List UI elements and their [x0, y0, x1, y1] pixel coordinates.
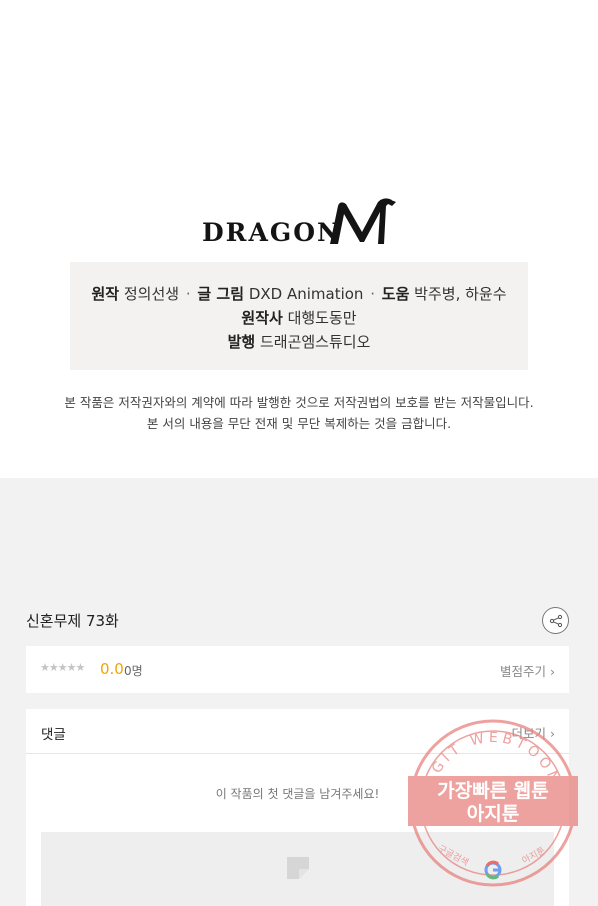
publisher-label: 원작사: [241, 309, 283, 327]
rating-count: 0명: [124, 664, 143, 678]
issuer-value: 드래곤엠스튜디오: [259, 333, 371, 351]
credits-box: 원작 정의선생 · 글 그림 DXD Animation · 도움 박주병, 하…: [70, 262, 528, 370]
copyright-line-2: 본 서의 내용을 무단 전재 및 무단 복제하는 것을 금합니다.: [146, 416, 452, 431]
stamp-line-2: 아지툰: [467, 803, 519, 825]
logo-text: DRAGON: [202, 218, 342, 247]
copyright-notice: 본 작품은 저작권자와의 계약에 따라 발행한 것으로 저작권법의 보호를 받는…: [0, 392, 598, 434]
issuer-label: 발행: [227, 333, 256, 351]
rating-bar: ★★★★★ 0.0 0명 별점주기 ›: [26, 646, 569, 693]
separator-dot: ·: [185, 285, 191, 303]
rating-score: 0.0: [100, 660, 124, 678]
rate-button[interactable]: 별점주기 ›: [500, 661, 555, 680]
work-info-section: DRAGON 원작 정의선생 · 글 그림 DXD Animation · 도움…: [0, 0, 598, 478]
separator-dot: ·: [370, 285, 375, 303]
credits-line-1: 원작 정의선생 · 글 그림 DXD Animation · 도움 박주병, 하…: [70, 282, 528, 306]
share-button[interactable]: [542, 607, 569, 634]
original-label: 원작: [91, 285, 120, 303]
publisher-logo: DRAGON: [200, 196, 400, 248]
copyright-line-1: 본 작품은 저작권자와의 계약에 따라 발행한 것으로 저작권법의 보호를 받는…: [64, 395, 534, 410]
comment-placeholder-icon: [287, 857, 309, 879]
logo-mark-icon: [330, 198, 396, 244]
stamp-line-1: 가장빠른 웹툰: [437, 780, 549, 802]
star-rating-icon: ★★★★★: [40, 661, 85, 674]
assist-label: 도움: [381, 285, 410, 303]
watermark-stamp: AGIT WEBTOON 가장빠른 웹툰 아지툰 구글검색 아지툰: [408, 718, 578, 888]
stamp-bottom-right: 아지툰: [520, 845, 547, 866]
comments-title: 댓글: [41, 727, 66, 743]
share-icon: [549, 614, 562, 627]
art-label: 글 그림: [197, 285, 245, 303]
original-value: 정의선생: [123, 285, 180, 303]
publisher-value: 대행도동만: [287, 309, 357, 327]
assist-value: 박주병, 하윤수: [414, 285, 507, 303]
episode-title: 신혼무제 73화: [26, 612, 119, 630]
credits-line-2: 원작사 대행도동만: [70, 306, 528, 330]
credits-line-3: 발행 드래곤엠스튜디오: [70, 330, 528, 354]
art-value: DXD Animation: [248, 285, 364, 303]
stamp-bottom-left: 구글검색: [436, 842, 471, 868]
